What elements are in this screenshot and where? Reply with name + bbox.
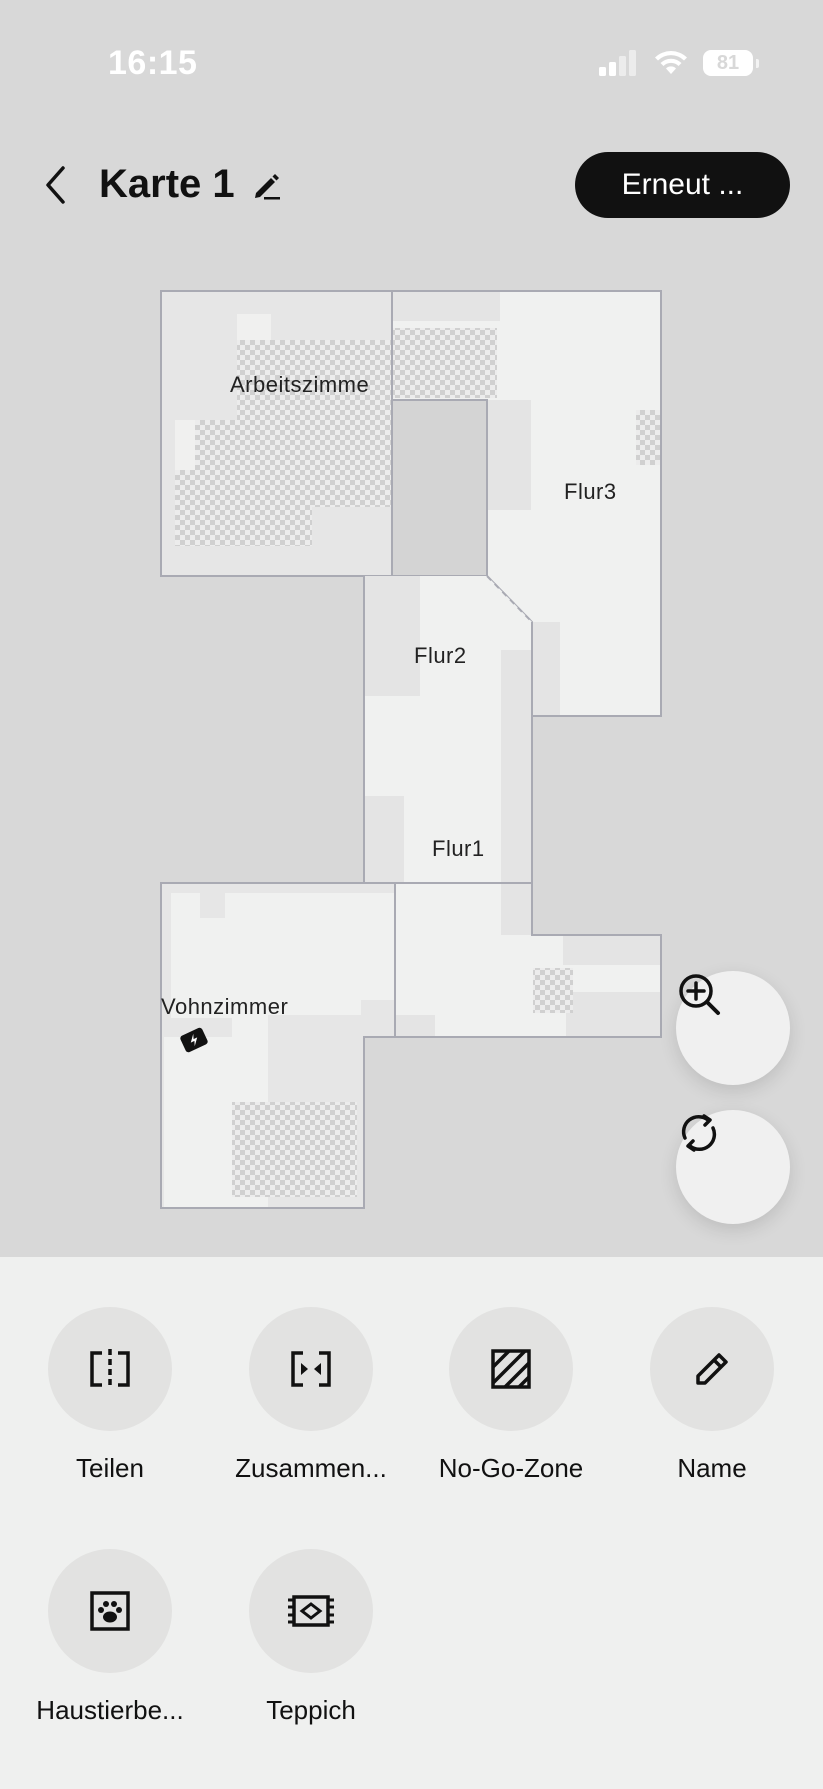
split-icon [90, 1349, 130, 1389]
zoom-in-button[interactable] [676, 971, 790, 1085]
wifi-icon [655, 51, 687, 74]
merge-icon [291, 1351, 331, 1387]
room-label-flur2: Flur2 [414, 643, 467, 668]
room-label-flur3: Flur3 [564, 479, 617, 504]
room-flur1[interactable] [394, 882, 662, 1038]
tool-label: Haustierbe... [36, 1695, 184, 1725]
tool-carpet[interactable]: Teppich [211, 1549, 411, 1726]
pencil-icon [696, 1353, 728, 1385]
back-button[interactable] [34, 160, 78, 210]
rotate-icon [681, 1114, 717, 1152]
no-go-zone-icon [491, 1349, 531, 1389]
status-bar: 16:15 81 [0, 0, 823, 120]
floor-map [160, 290, 662, 1209]
tool-label: No-Go-Zone [438, 1453, 584, 1483]
status-time: 16:15 [108, 44, 198, 82]
room-label-flur1: Flur1 [432, 836, 485, 861]
tool-no-go-zone[interactable]: No-Go-Zone [411, 1307, 611, 1484]
tool-pet-area[interactable]: Haustierbe... [10, 1549, 210, 1726]
header: Karte 1 Erneut ... [0, 140, 823, 230]
chevron-left-icon [46, 166, 65, 204]
zoom-in-icon [679, 974, 720, 1015]
room-label-wohnzimmer: Vohnzimmer [161, 994, 289, 1019]
pet-area-icon [90, 1591, 130, 1631]
tool-name[interactable]: Name [612, 1307, 812, 1484]
rotate-map-button[interactable] [676, 1110, 790, 1224]
tool-merge[interactable]: Zusammen... [211, 1307, 411, 1484]
edit-title-button[interactable] [249, 168, 283, 202]
tool-label: Name [677, 1453, 747, 1483]
map-title-group: Karte 1 [99, 162, 283, 207]
tool-panel: Teilen Zusammen... No-Go-Zone Name Haust… [0, 1257, 823, 1789]
tool-label: Teilen [76, 1453, 144, 1483]
carpet-icon [288, 1595, 334, 1627]
map-view[interactable]: Arbeitszimme Flur3 Flur2 Flur1 Vohnzimme… [0, 250, 823, 1240]
room-label-arbeitszimmer: Arbeitszimme [230, 372, 370, 397]
room-arbeitszimmer[interactable] [160, 290, 393, 577]
tool-label: Teppich [266, 1695, 356, 1725]
tool-label: Zusammen... [235, 1453, 387, 1483]
room-closet [391, 399, 488, 577]
retry-button[interactable]: Erneut ... [575, 152, 790, 218]
signal-icon [599, 50, 636, 76]
tool-split[interactable]: Teilen [10, 1307, 210, 1484]
page-title: Karte 1 [99, 162, 235, 206]
pencil-icon [254, 173, 280, 199]
battery-indicator: 81 [703, 50, 759, 76]
